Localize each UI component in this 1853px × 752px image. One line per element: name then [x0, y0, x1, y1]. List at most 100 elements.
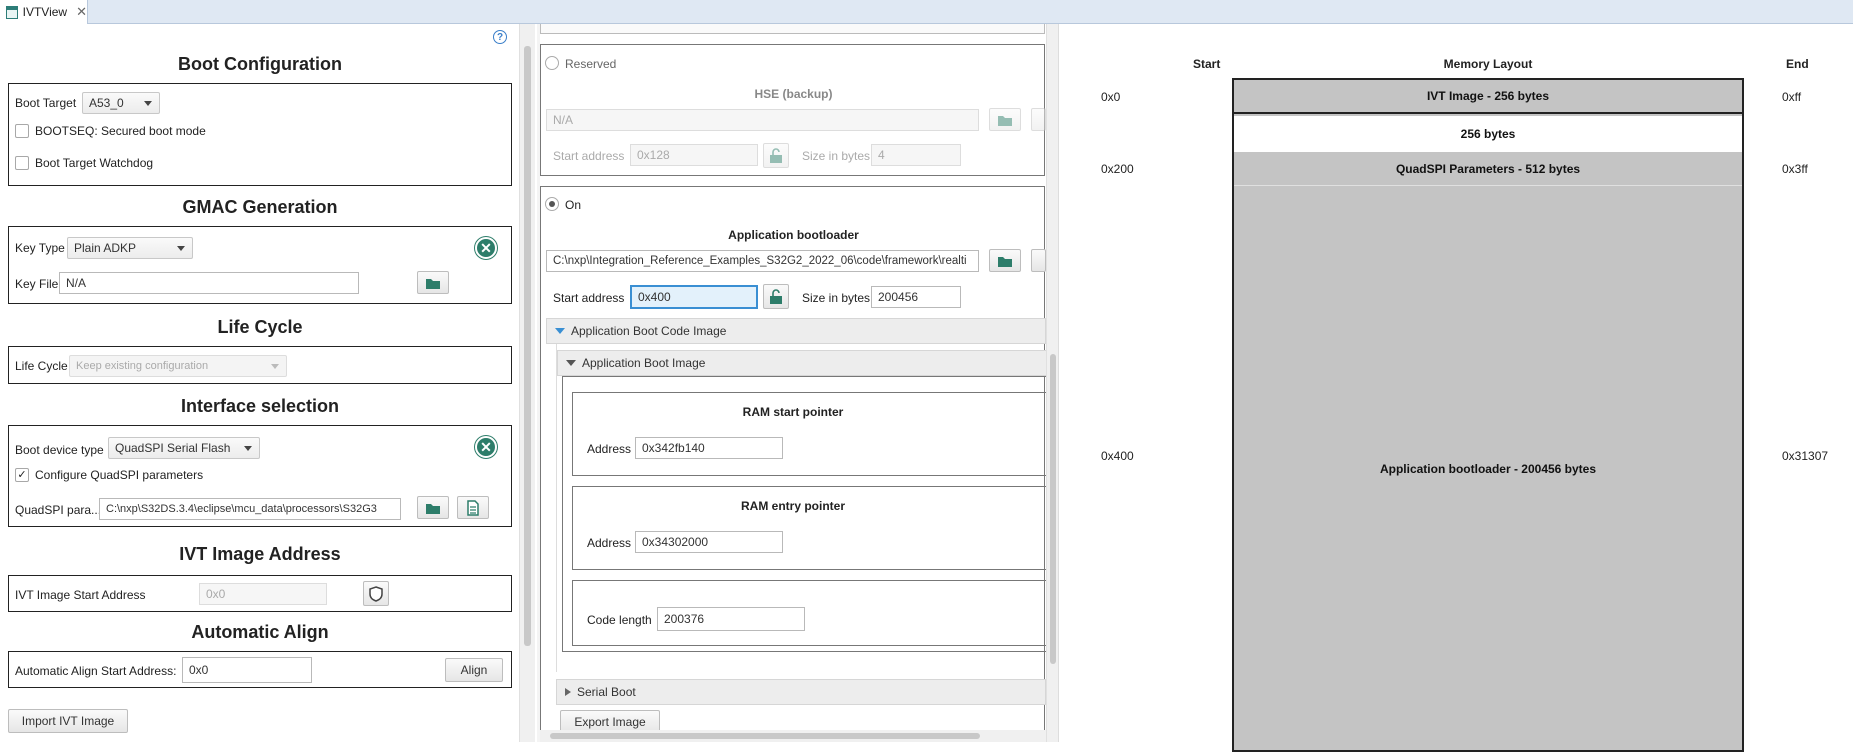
on-section: On Application bootloader C:\nxp\Integra…: [540, 186, 1048, 742]
shield-button[interactable]: [363, 581, 389, 606]
memory-row-bootloader-label: Application bootloader - 200456 bytes: [1379, 461, 1597, 476]
gmac-generation-title: GMAC Generation: [182, 197, 338, 217]
middle-scrollbar[interactable]: [1046, 24, 1058, 742]
on-radio[interactable]: [545, 197, 559, 211]
ram-entry-title: RAM entry pointer: [740, 499, 845, 513]
bootloader-lock-button[interactable]: [763, 284, 789, 309]
middle-divider: [537, 24, 540, 742]
browse-quadspi-button[interactable]: [417, 496, 449, 519]
left-config-panel: ? Boot Configuration Boot Target A53_0 B…: [0, 24, 520, 742]
left-scroll-thumb[interactable]: [524, 46, 531, 646]
reserved-radio[interactable]: [545, 56, 559, 70]
import-ivt-button[interactable]: Import IVT Image: [8, 709, 128, 733]
hse-browse-button[interactable]: [989, 108, 1021, 131]
middle-image-panel: Reserved HSE (backup) N/A Start address …: [540, 24, 1065, 742]
document-icon: [467, 499, 479, 516]
hse-size-label: Size in bytes: [802, 149, 871, 163]
tab-ivtview[interactable]: IVTView ✕: [0, 0, 88, 24]
end-address-quadspi: 0x3ff: [1782, 162, 1808, 176]
bootloader-start-field[interactable]: 0x400: [630, 285, 758, 309]
end-header: End: [1786, 57, 1809, 71]
key-type-select[interactable]: Plain ADKP: [67, 237, 193, 259]
left-scrollbar[interactable]: [519, 24, 535, 742]
boot-target-select[interactable]: A53_0: [82, 92, 160, 114]
middle-hscroll-thumb[interactable]: [550, 733, 980, 739]
hse-path-field[interactable]: N/A: [546, 109, 979, 131]
application-bootloader-title: Application bootloader: [728, 228, 859, 242]
lock-icon: [770, 288, 782, 304]
middle-hscrollbar[interactable]: [540, 730, 1046, 742]
close-icon[interactable]: ✕: [76, 4, 87, 20]
chevron-down-icon: [271, 364, 279, 369]
folder-icon: [426, 503, 440, 514]
ivt-image-address-title: IVT Image Address: [179, 544, 341, 564]
configure-quadspi-label: Configure QuadSPI parameters: [35, 468, 204, 482]
editor-tab-bar: IVTView ✕: [0, 0, 1853, 24]
bootloader-size-field[interactable]: 200456: [871, 286, 961, 308]
quadspi-params-field[interactable]: C:\nxp\S32DS.3.4\eclipse\mcu_data\proces…: [99, 498, 401, 520]
shield-icon: [369, 585, 383, 602]
interface-selection-group: Boot device type QuadSPI Serial Flash ✕ …: [8, 425, 512, 527]
middle-scroll-thumb[interactable]: [1050, 354, 1056, 664]
view-quadspi-button[interactable]: [457, 496, 489, 519]
ram-start-title: RAM start pointer: [742, 405, 844, 419]
automatic-align-group: Automatic Align Start Address: 0x0 Align: [8, 651, 512, 688]
boot-image-content: RAM start pointer Address 0x342fb140 RAM…: [562, 376, 1048, 652]
boot-configuration-group: Boot Target A53_0 BOOTSEQ: Secured boot …: [8, 83, 512, 186]
align-button[interactable]: Align: [445, 658, 503, 682]
clear-boot-device-icon[interactable]: ✕: [475, 436, 497, 458]
boot-configuration-title: Boot Configuration: [178, 54, 342, 74]
serial-boot-title: Serial Boot: [577, 685, 636, 699]
triangle-down-icon: [555, 328, 565, 334]
life-cycle-select[interactable]: Keep existing configuration: [69, 355, 287, 377]
ivt-start-label: IVT Image Start Address: [15, 588, 146, 602]
reserved-label: Reserved: [565, 57, 617, 71]
bootloader-path-field[interactable]: C:\nxp\Integration_Reference_Examples_S3…: [546, 250, 979, 272]
help-icon[interactable]: ?: [493, 30, 507, 44]
ram-start-field[interactable]: 0x342fb140: [635, 437, 783, 459]
browse-key-file-button[interactable]: [417, 271, 449, 294]
boot-target-label: Boot Target: [15, 96, 77, 110]
ram-start-group: RAM start pointer Address 0x342fb140: [572, 392, 1048, 476]
life-cycle-label: Life Cycle: [15, 359, 68, 373]
ram-entry-field[interactable]: 0x34302000: [635, 531, 783, 553]
code-image-content: Application Boot Image RAM start pointer…: [556, 344, 1048, 672]
automatic-align-title: Automatic Align: [191, 622, 329, 642]
watchdog-checkbox[interactable]: [15, 156, 29, 170]
hse-view-button[interactable]: [1031, 108, 1046, 131]
start-address-ivt: 0x0: [1101, 90, 1121, 104]
chevron-down-icon: [144, 101, 152, 106]
ram-start-address-label: Address: [587, 442, 632, 456]
boot-device-select[interactable]: QuadSPI Serial Flash: [108, 437, 260, 459]
clear-key-icon[interactable]: ✕: [475, 237, 497, 259]
application-boot-code-image-pane[interactable]: Application Boot Code Image: [546, 318, 1046, 344]
secured-boot-checkbox[interactable]: [15, 124, 29, 138]
memory-row-quadspi: QuadSPI Parameters - 512 bytes: [1234, 152, 1742, 186]
align-start-field[interactable]: 0x0: [182, 657, 312, 683]
hse-lock-button[interactable]: [763, 143, 789, 168]
boot-device-value: QuadSPI Serial Flash: [115, 441, 231, 455]
key-file-field[interactable]: N/A: [59, 272, 359, 294]
folder-icon: [998, 115, 1012, 126]
lock-icon: [770, 147, 782, 163]
bootloader-view-button[interactable]: [1031, 249, 1046, 272]
hse-start-label: Start address: [553, 149, 625, 163]
hse-size-field[interactable]: 4: [871, 144, 961, 166]
on-label: On: [565, 198, 582, 212]
folder-icon: [998, 256, 1012, 267]
serial-boot-pane[interactable]: Serial Boot: [556, 679, 1046, 705]
memory-layout-header: Memory Layout: [1443, 57, 1533, 71]
ivt-start-field[interactable]: 0x0: [199, 583, 327, 605]
memory-row-ivt-label: IVT Image - 256 bytes: [1426, 89, 1550, 103]
table-icon: [6, 5, 18, 19]
application-boot-image-pane[interactable]: Application Boot Image: [557, 350, 1047, 376]
configure-quadspi-checkbox[interactable]: ✓: [15, 468, 29, 482]
bootloader-browse-button[interactable]: [989, 249, 1021, 272]
reserved-section: Reserved HSE (backup) N/A Start address …: [540, 44, 1046, 176]
hse-start-field[interactable]: 0x128: [630, 144, 758, 166]
code-length-group: Code length 200376: [572, 580, 1048, 646]
ivt-image-address-group: IVT Image Start Address 0x0: [8, 575, 512, 612]
boot-target-value: A53_0: [89, 96, 124, 110]
code-length-field[interactable]: 200376: [657, 607, 805, 631]
boot-image-title: Application Boot Image: [582, 356, 706, 370]
